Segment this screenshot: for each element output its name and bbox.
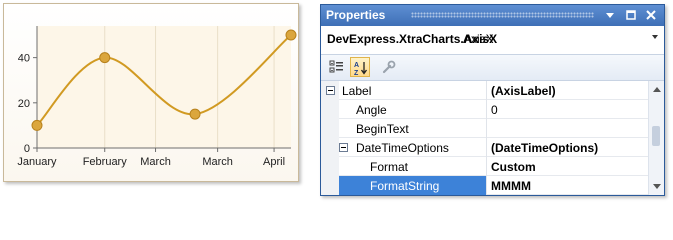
properties-toolbar: A Z [321,55,664,81]
x-tick-label: April [263,156,285,168]
line-chart: 0 20 40 January February March March April [17,26,297,168]
property-name: FormatString [370,179,440,193]
property-row-label[interactable]: Label (AxisLabel) [321,81,648,100]
chart-panel: 0 20 40 January February March March April [3,3,299,182]
property-row-begintext[interactable]: BeginText [321,119,648,138]
data-point [99,52,111,64]
titlebar-grip [411,12,594,18]
data-point [285,29,297,41]
x-tick-label: March [202,156,233,168]
object-selector[interactable]: DevExpress.XtraCharts.AxisX AxisX [321,26,664,55]
categorized-button[interactable] [327,57,347,77]
x-tick-label: March [140,156,171,168]
scroll-up-icon[interactable] [653,87,661,92]
column-divider [486,81,487,100]
property-value[interactable]: 0 [491,103,498,117]
property-value[interactable]: (DateTimeOptions) [491,141,598,155]
property-pages-button[interactable] [379,57,399,77]
property-name: Format [370,160,409,174]
y-tick-label: 20 [18,98,30,110]
column-divider [486,119,487,138]
column-divider [486,157,487,176]
column-divider [486,176,487,195]
property-name: BeginText [356,122,409,136]
properties-title: Properties [326,8,386,22]
property-row-format[interactable]: Format Custom [321,157,648,176]
collapse-icon[interactable] [326,86,335,95]
property-value[interactable]: (AxisLabel) [491,84,556,98]
row-gutter [321,119,339,138]
scroll-down-icon[interactable] [653,184,661,189]
property-grid: Label (AxisLabel) Angle 0 BeginText DateTimeO… [321,81,648,195]
data-point [189,108,201,120]
x-tick-label: February [83,156,128,168]
vertical-scrollbar[interactable] [648,81,664,195]
svg-text:A: A [354,62,359,69]
property-name: DateTimeOptions [356,141,449,155]
alphabetical-icon: A Z [354,62,368,76]
row-gutter [321,100,339,119]
chevron-down-icon[interactable] [652,35,658,39]
scroll-thumb[interactable] [652,126,660,146]
categorized-icon [329,60,343,73]
row-gutter [321,138,339,157]
properties-window: Properties DevExpress.XtraCharts.AxisX A… [320,4,665,196]
property-value[interactable]: Custom [491,160,536,174]
row-gutter [321,157,339,176]
wrench-icon [382,60,396,74]
maximize-icon[interactable] [623,7,639,23]
y-tick-label: 40 [18,53,30,65]
properties-titlebar[interactable]: Properties [321,5,664,26]
data-point [31,119,43,131]
property-name: Label [342,84,372,98]
property-row-formatstring[interactable]: FormatString MMMM [321,176,648,195]
close-icon[interactable] [643,7,659,23]
x-tick-label: January [17,156,57,168]
plot-area [37,26,291,148]
column-divider [486,100,487,119]
property-name: Angle [356,103,387,117]
alphabetical-button[interactable]: A Z [350,57,370,77]
y-tick-label: 0 [24,143,30,155]
column-divider [486,138,487,157]
svg-text:Z: Z [354,70,359,76]
property-row-angle[interactable]: Angle 0 [321,100,648,119]
property-row-datetimeoptions[interactable]: DateTimeOptions (DateTimeOptions) [321,138,648,157]
window-position-icon[interactable] [602,7,618,23]
property-value[interactable]: MMMM [491,179,531,193]
row-gutter [321,176,339,195]
collapse-icon[interactable] [339,143,348,152]
object-type: AxisX [463,32,494,46]
